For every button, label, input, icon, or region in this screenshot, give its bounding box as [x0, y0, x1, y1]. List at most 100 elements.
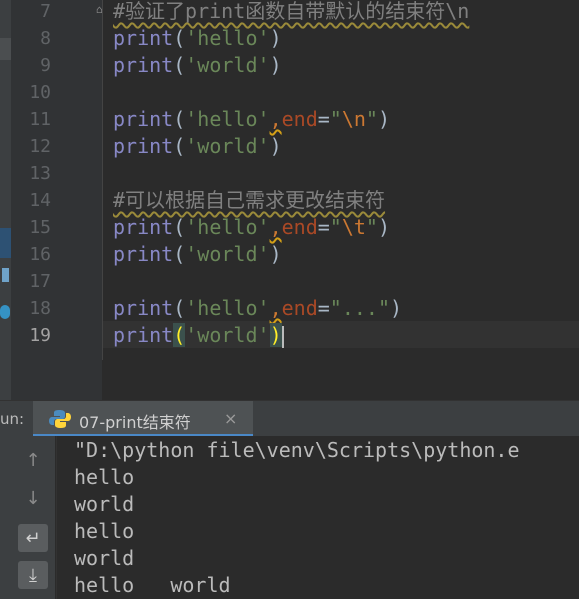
- arrow-down-icon[interactable]: ↓: [18, 484, 48, 512]
- line-number: 18: [29, 298, 51, 319]
- code-token: ": [329, 107, 342, 131]
- line-number: 17: [29, 271, 51, 292]
- code-token: ): [269, 242, 282, 266]
- line-number: 8: [40, 28, 51, 49]
- soft-wrap-icon[interactable]: ↵: [18, 524, 48, 552]
- code-token: (: [173, 242, 186, 266]
- code-token: #可以根据自己需求更改结束符: [113, 188, 386, 212]
- text-cursor: [281, 325, 284, 348]
- code-line[interactable]: 12 print('world'): [0, 133, 579, 160]
- line-number: 12: [29, 136, 51, 157]
- run-console[interactable]: ↑ ↓ ↵ ⤓ "D:\python file\venv\Scripts\pyt…: [0, 436, 579, 599]
- code-token: (: [173, 215, 186, 239]
- code-token: =: [317, 215, 330, 239]
- run-tab-title: 07-print结束符: [79, 413, 191, 432]
- code-text: print('hello'): [113, 25, 282, 52]
- code-line[interactable]: 11 print('hello',end="\n"): [0, 106, 579, 133]
- code-text: print('world'): [113, 52, 282, 79]
- code-text: #可以根据自己需求更改结束符: [113, 187, 385, 214]
- code-token: (: [173, 53, 186, 77]
- console-line: hello world: [74, 573, 231, 597]
- code-token: (: [173, 296, 186, 320]
- line-number: 14: [29, 190, 51, 211]
- code-token: (: [173, 134, 186, 158]
- code-line[interactable]: 19 print('world'): [0, 322, 579, 349]
- code-text: #验证了print函数自带默认的结束符\n: [113, 0, 469, 25]
- code-token: ": [365, 215, 378, 239]
- code-token: print: [113, 134, 174, 158]
- code-editor[interactable]: ⌂ 7 #验证了print函数自带默认的结束符\n 8 print('hello') 9…: [0, 0, 579, 400]
- code-token: ": [329, 215, 342, 239]
- console-line: hello: [74, 519, 135, 543]
- code-token: ): [269, 53, 282, 77]
- code-line[interactable]: 17: [0, 268, 579, 295]
- code-token: 'world': [185, 242, 270, 266]
- line-number: 10: [29, 82, 51, 103]
- code-token: 'world': [185, 323, 270, 347]
- console-line: world: [74, 546, 135, 570]
- code-token: =: [317, 296, 330, 320]
- code-token: (: [173, 323, 186, 347]
- console-line: hello: [74, 465, 135, 489]
- run-label: un:: [0, 410, 25, 428]
- console-line: "D:\python file\venv\Scripts\python.e: [74, 438, 520, 462]
- line-number: 7: [40, 1, 51, 22]
- code-text: print('hello',end="..."): [113, 295, 402, 322]
- run-toolbar: ↑ ↓ ↵ ⤓: [0, 436, 55, 599]
- code-line[interactable]: 7 #验证了print函数自带默认的结束符\n: [0, 0, 579, 25]
- code-token: 'hello': [185, 26, 270, 50]
- code-line[interactable]: 18 print('hello',end="..."): [0, 295, 579, 322]
- arrow-up-icon[interactable]: ↑: [18, 446, 48, 474]
- code-line[interactable]: 14 #可以根据自己需求更改结束符: [0, 187, 579, 214]
- code-text: print('hello',end="\n"): [113, 106, 390, 133]
- line-number: 19: [29, 325, 51, 346]
- code-line[interactable]: 15 print('hello',end="\t"): [0, 214, 579, 241]
- code-token: end: [281, 107, 318, 131]
- code-token: \n: [341, 107, 366, 131]
- line-number: 11: [29, 109, 51, 130]
- code-token: ): [269, 26, 282, 50]
- line-number: 15: [29, 217, 51, 238]
- code-token: ): [269, 323, 282, 347]
- code-token: 'world': [185, 53, 270, 77]
- line-number: 16: [29, 244, 51, 265]
- code-token: ): [377, 215, 391, 239]
- code-token: 'world': [185, 134, 270, 158]
- code-line[interactable]: 9 print('world'): [0, 52, 579, 79]
- code-token: "...": [329, 296, 390, 320]
- code-token: ,: [269, 215, 282, 239]
- code-token: print: [113, 242, 174, 266]
- code-line[interactable]: 13: [0, 160, 579, 187]
- code-token: print: [113, 107, 174, 131]
- code-text: print('hello',end="\t"): [113, 214, 390, 241]
- code-token: print: [113, 296, 174, 320]
- code-token: ): [377, 107, 391, 131]
- code-token: print: [113, 323, 174, 347]
- code-line[interactable]: 10: [0, 79, 579, 106]
- code-token: 'hello': [185, 215, 270, 239]
- code-token: end: [281, 215, 318, 239]
- python-icon: [49, 410, 71, 428]
- code-token: ": [365, 107, 378, 131]
- code-text: print('world'): [113, 241, 282, 268]
- code-token: 'hello': [185, 296, 270, 320]
- code-line[interactable]: 16 print('world'): [0, 241, 579, 268]
- code-text: print('world'): [113, 322, 284, 349]
- code-token: #验证了print函数自带默认的结束符\n: [113, 0, 470, 23]
- line-number: 9: [40, 55, 51, 76]
- close-icon[interactable]: ×: [224, 409, 237, 428]
- line-number: 13: [29, 163, 51, 184]
- code-line[interactable]: 8 print('hello'): [0, 25, 579, 52]
- run-tab[interactable]: 07-print结束符 ×: [33, 401, 253, 437]
- code-token: \t: [341, 215, 366, 239]
- code-token: ,: [269, 296, 282, 320]
- code-token: (: [173, 26, 186, 50]
- code-token: print: [113, 26, 174, 50]
- code-token: ,: [269, 107, 282, 131]
- code-token: ): [269, 134, 282, 158]
- toolbar-separator: [56, 436, 57, 599]
- scroll-to-end-icon[interactable]: ⤓: [18, 561, 48, 589]
- code-token: 'hello': [185, 107, 270, 131]
- code-token: end: [281, 296, 318, 320]
- code-token: print: [113, 215, 174, 239]
